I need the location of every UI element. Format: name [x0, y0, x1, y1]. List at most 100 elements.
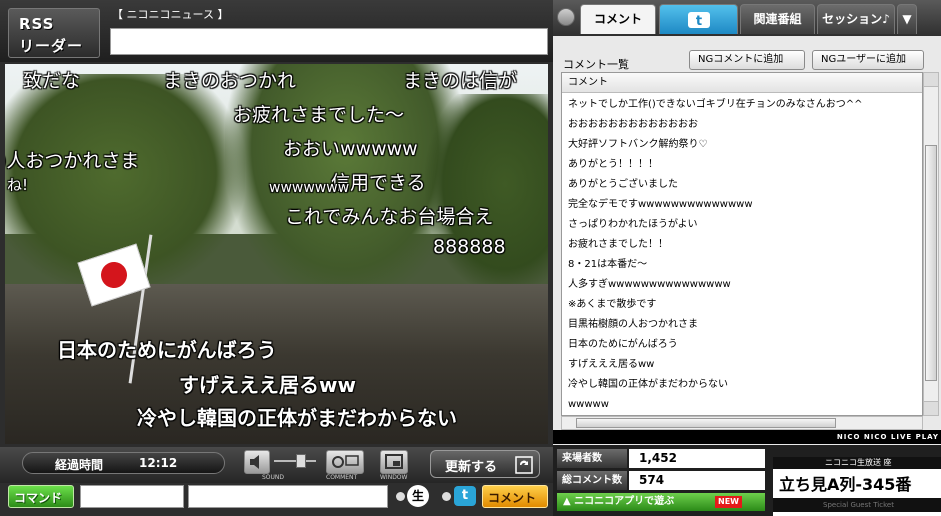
horizontal-scroll-thumb[interactable]: [576, 418, 836, 428]
comment-list-vertical-scrollbar[interactable]: [923, 72, 939, 416]
video-screen[interactable]: 致だな まきのおつかれ まきのは信が お疲れさまでした〜 )人おつかれさま おお…: [5, 64, 548, 444]
comment-list-header: コメント一覧 NGコメントに追加 NGユーザーに追加: [561, 50, 933, 71]
comment-row[interactable]: 日本のためにがんばろう: [562, 335, 922, 355]
overlay-comment: お疲れさまでした〜: [233, 104, 405, 126]
comment-column-header[interactable]: コメント: [562, 73, 922, 93]
tab-comment[interactable]: コメント: [580, 4, 656, 34]
scroll-up-icon[interactable]: [924, 73, 938, 87]
comment-row[interactable]: 完全なデモですwwwwwwwwwwwwww: [562, 195, 922, 215]
comment-list-horizontal-scrollbar[interactable]: [561, 416, 923, 430]
comment-list-title: コメント一覧: [563, 58, 629, 71]
comment-row[interactable]: 目黒祐樹顔の人おつかれさま: [562, 315, 922, 335]
comment-input[interactable]: [188, 485, 388, 508]
window-mode-button[interactable]: [380, 450, 408, 474]
comment-row[interactable]: すげえええ居るww: [562, 355, 922, 375]
elapsed-label: 経過時間: [55, 458, 104, 472]
scroll-thumb[interactable]: [925, 145, 937, 381]
rss-logo-line1: RSS: [19, 15, 55, 33]
volume-slider[interactable]: [274, 454, 316, 468]
back-icon[interactable]: [557, 8, 575, 26]
overlay-comment: 888888: [433, 236, 506, 258]
ng-user-button[interactable]: NGユーザーに追加: [812, 50, 924, 70]
comment-rows: ネットでしか工作()できないゴキブリ在チョンのみなさんおつ^^ おおおおおおおお…: [562, 95, 922, 415]
visitors-label: 来場者数: [557, 449, 627, 468]
sound-button[interactable]: [244, 450, 270, 474]
player-control-bar: 経過時間 12:12 SOUND COMMENT WINDOW 更新する: [0, 447, 553, 483]
volume-knob[interactable]: [296, 454, 306, 468]
overlay-comment: これでみんなお台場合え: [285, 206, 494, 228]
command-input[interactable]: [80, 485, 184, 508]
volume-track: [274, 460, 316, 462]
overlay-comment: まきのは信が: [403, 70, 518, 92]
tab-twitter[interactable]: t: [659, 4, 738, 34]
comment-row[interactable]: おおおおおおおおおおおおお: [562, 115, 922, 135]
standing-ticket-banner[interactable]: ニコニコ生放送 座 立ち見A列-345番 Special Guest Ticke…: [773, 457, 941, 516]
send-comment-button[interactable]: コメント: [482, 485, 548, 508]
app-link-label: ▲ ニコニコアプリで遊ぶ: [563, 496, 675, 507]
overlay-comment: 致だな: [23, 70, 81, 92]
tab-session[interactable]: セッション♪: [817, 4, 895, 34]
comment-bubble-icon: [332, 455, 359, 468]
side-panel: コメント t 関連番組 セッション♪ ▼ コメント一覧 NGコメントに追加 NG…: [553, 0, 941, 516]
post-nama-radio[interactable]: [396, 492, 405, 501]
scroll-down-icon[interactable]: [924, 401, 938, 415]
comment-row[interactable]: さっぱりわかれたほうがよい: [562, 215, 922, 235]
command-button[interactable]: コマンド: [8, 485, 74, 508]
visitors-value: 1,452: [629, 449, 765, 468]
comment-row[interactable]: ネットでしか工作()できないゴキブリ在チョンのみなさんおつ^^: [562, 95, 922, 115]
comment-label: COMMENT: [326, 474, 358, 481]
overlay-comment: ね!: [7, 176, 29, 194]
overlay-comment: )人おつかれさま: [5, 150, 140, 172]
new-badge: NEW: [715, 496, 742, 508]
comment-list[interactable]: コメント ネットでしか工作()できないゴキブリ在チョンのみなさんおつ^^ おおお…: [561, 72, 923, 416]
promo-subtext: Special Guest Ticket: [773, 498, 941, 512]
refresh-button[interactable]: 更新する: [430, 450, 540, 478]
program-stats: 来場者数 1,452 総コメント数 574 ▲ ニコニコアプリで遊ぶ NEW ニ…: [553, 445, 941, 516]
rss-logo-line2: リーダー: [19, 37, 84, 55]
comment-row[interactable]: 人多すぎwwwwwwwwwwwwwww: [562, 275, 922, 295]
promo-ticket-text: 立ち見A列-345番: [779, 475, 912, 494]
player-area: RSS リーダー 【 ニコニコニュース 】 致だな まきのおつかれ まきのは信が…: [0, 0, 553, 516]
speaker-icon: [250, 455, 259, 469]
rss-reader-logo[interactable]: RSS リーダー: [8, 8, 100, 58]
elapsed-time-display: 経過時間 12:12: [22, 452, 225, 474]
comment-input-bar: コマンド 生 t コメント: [0, 483, 553, 516]
comment-toggle-button[interactable]: [326, 450, 364, 474]
ng-comment-button[interactable]: NGコメントに追加: [689, 50, 805, 70]
window-icon: [385, 454, 403, 469]
comment-row[interactable]: 大好評ソフトバンク解約祭り♡: [562, 135, 922, 155]
promo-header: ニコニコ生放送 座: [773, 457, 941, 469]
panel-tab-bar: コメント t 関連番組 セッション♪ ▼: [553, 0, 941, 36]
command-button-label: コマンド: [14, 491, 63, 505]
send-comment-label: コメント: [488, 491, 537, 505]
comment-row[interactable]: wwwww: [562, 395, 922, 415]
twitter-icon: t: [687, 12, 710, 29]
tab-related-programs[interactable]: 関連番組: [740, 4, 815, 34]
rss-source-label: 【 ニコニコニュース 】: [112, 8, 229, 21]
total-comments-label: 総コメント数: [557, 471, 627, 490]
rss-ticker-box[interactable]: [110, 28, 548, 55]
overlay-comment: まきのおつかれ: [163, 70, 297, 92]
total-comments-value: 574: [629, 471, 765, 490]
niconico-live-player-window: RSS リーダー 【 ニコニコニュース 】 致だな まきのおつかれ まきのは信が…: [0, 0, 941, 516]
svg-text:t: t: [695, 14, 701, 29]
comment-row[interactable]: お疲れさまでした！！: [562, 235, 922, 255]
elapsed-time-value: 12:12: [139, 456, 178, 470]
comment-row[interactable]: 8・21は本番だ〜: [562, 255, 922, 275]
video-tree: [425, 94, 548, 294]
sound-label: SOUND: [262, 474, 285, 481]
niconico-app-link[interactable]: ▲ ニコニコアプリで遊ぶ NEW: [557, 493, 765, 511]
refresh-icon: [515, 456, 533, 474]
comment-row[interactable]: 冷やし韓国の正体がまだわからない: [562, 375, 922, 395]
overlay-comment: 日本のためにがんばろう: [57, 338, 277, 362]
overlay-comment: おおいwwwww: [283, 138, 418, 160]
post-twitter-radio[interactable]: [442, 492, 451, 501]
comment-row[interactable]: ありがとうございました: [562, 175, 922, 195]
overlay-comment: wwwwwww: [269, 180, 350, 196]
twitter-icon: t: [454, 486, 476, 506]
refresh-label: 更新する: [445, 460, 498, 475]
comment-row[interactable]: ありがとう！！！！: [562, 155, 922, 175]
comment-row[interactable]: ※あくまで散歩です: [562, 295, 922, 315]
nama-icon: 生: [407, 485, 429, 507]
chevron-down-icon[interactable]: ▼: [897, 4, 917, 34]
